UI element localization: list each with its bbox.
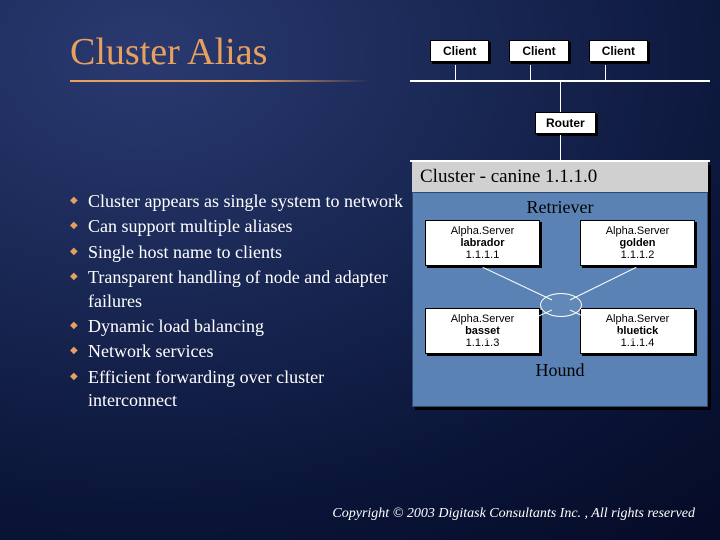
cluster-title: Cluster - canine 1.1.1.0 [412, 162, 708, 192]
server-name: basset [432, 325, 533, 337]
server-name: golden [587, 237, 688, 249]
client-box: Client [589, 40, 648, 62]
server-ip: 1.1.1.2 [587, 249, 688, 261]
client-box: Client [430, 40, 489, 62]
bullet-item: Single host name to clients [70, 241, 410, 264]
client-box: Client [509, 40, 568, 62]
connector-line [530, 65, 531, 80]
group-label-hound: Hound [425, 360, 695, 381]
slide-title: Cluster Alias [70, 30, 267, 74]
server-name: labrador [432, 237, 533, 249]
router-box: Router [535, 112, 596, 134]
cluster-body: Retriever Alpha.Server labrador 1.1.1.1 … [412, 192, 708, 407]
server-box-golden: Alpha.Server golden 1.1.1.2 [580, 220, 695, 266]
bullet-item: Efficient forwarding over cluster interc… [70, 366, 410, 413]
server-name: bluetick [587, 325, 688, 337]
bullet-item: Transparent handling of node and adapter… [70, 266, 410, 313]
server-type: Alpha.Server [432, 313, 533, 325]
group-label-retriever: Retriever [425, 197, 695, 218]
client-row: Client Client Client [430, 40, 648, 62]
server-ip: 1.1.1.1 [432, 249, 533, 261]
server-type: Alpha.Server [432, 225, 533, 237]
server-box-labrador: Alpha.Server labrador 1.1.1.1 [425, 220, 540, 266]
server-box-bluetick: Alpha.Server bluetick 1.1.1.4 [580, 308, 695, 354]
title-underline [70, 80, 370, 82]
connector-line [560, 82, 561, 112]
connector-line [560, 135, 561, 160]
bullet-list: Cluster appears as single system to netw… [70, 190, 410, 415]
connector-line [605, 65, 606, 80]
server-type: Alpha.Server [587, 313, 688, 325]
bullet-item: Cluster appears as single system to netw… [70, 190, 410, 213]
bullet-item: Can support multiple aliases [70, 215, 410, 238]
server-type: Alpha.Server [587, 225, 688, 237]
copyright-text: Copyright © 2003 Digitask Consultants In… [332, 506, 695, 522]
server-ip: 1.1.1.3 [432, 337, 533, 349]
server-ip: 1.1.1.4 [587, 337, 688, 349]
bullet-item: Network services [70, 340, 410, 363]
server-box-basset: Alpha.Server basset 1.1.1.3 [425, 308, 540, 354]
cluster-diagram: Cluster - canine 1.1.1.0 Retriever Alpha… [412, 162, 708, 407]
interconnect-hub-icon [540, 293, 582, 317]
connector-line [455, 65, 456, 80]
bullet-item: Dynamic load balancing [70, 315, 410, 338]
